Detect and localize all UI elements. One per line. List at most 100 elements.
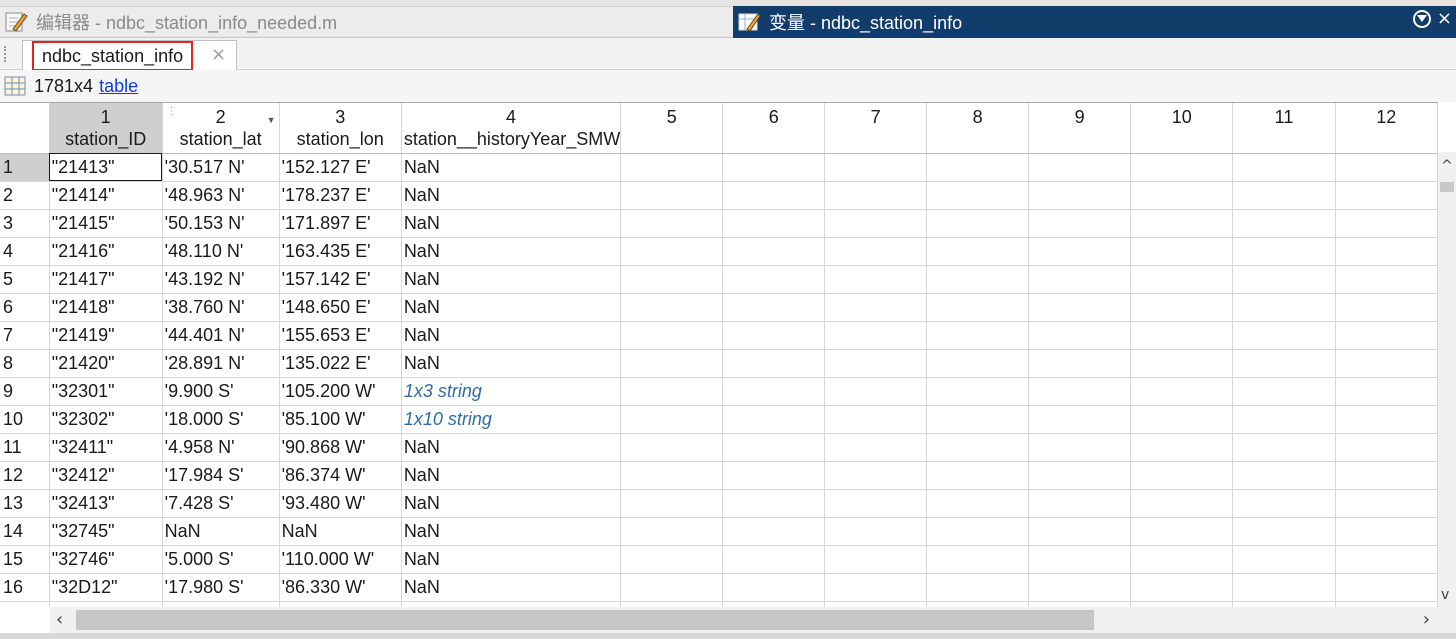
table-cell[interactable]	[824, 433, 928, 462]
row-header[interactable]: 5	[0, 265, 50, 294]
row-header[interactable]: 4	[0, 237, 50, 266]
table-cell[interactable]	[1028, 489, 1132, 518]
table-cell[interactable]	[1028, 265, 1132, 294]
table-cell[interactable]: '152.127 E'	[279, 153, 402, 182]
table-cell[interactable]	[1335, 573, 1438, 602]
table-cell[interactable]: '17.984 S'	[162, 461, 280, 490]
table-cell[interactable]	[926, 349, 1030, 378]
table-cell[interactable]: '48.963 N'	[162, 181, 280, 210]
sort-arrow-icon[interactable]: ▼	[267, 115, 276, 125]
table-cell[interactable]: "32412"	[49, 461, 163, 490]
table-cell[interactable]: '43.192 N'	[162, 265, 280, 294]
column-header-6[interactable]: 6	[722, 103, 826, 154]
table-cell[interactable]: '28.891 N'	[162, 349, 280, 378]
table-cell[interactable]	[1232, 545, 1336, 574]
column-header-11[interactable]: 11	[1232, 103, 1336, 154]
table-cell[interactable]	[1335, 377, 1438, 406]
table-cell[interactable]	[722, 209, 826, 238]
table-cell[interactable]	[1335, 293, 1438, 322]
table-cell[interactable]	[1232, 461, 1336, 490]
vertical-scroll-thumb[interactable]	[1440, 182, 1454, 192]
table-cell[interactable]	[722, 517, 826, 546]
table-cell[interactable]: 1x10 string	[401, 405, 622, 434]
table-cell[interactable]	[1130, 433, 1234, 462]
table-cell[interactable]	[926, 517, 1030, 546]
table-cell[interactable]	[1232, 153, 1336, 182]
table-cell[interactable]	[620, 377, 724, 406]
scroll-up-icon[interactable]: ^	[1441, 158, 1453, 174]
table-cell[interactable]: NaN	[401, 517, 622, 546]
table-cell[interactable]	[722, 237, 826, 266]
table-cell[interactable]	[722, 265, 826, 294]
table-cell[interactable]: NaN	[401, 181, 622, 210]
table-cell[interactable]	[1130, 181, 1234, 210]
column-header-8[interactable]: 8	[926, 103, 1030, 154]
table-cell[interactable]	[722, 461, 826, 490]
table-cell[interactable]: "32745"	[49, 517, 163, 546]
table-cell[interactable]	[824, 237, 928, 266]
table-cell[interactable]	[620, 293, 724, 322]
row-header[interactable]: 17	[0, 601, 50, 607]
table-cell[interactable]	[926, 153, 1030, 182]
table-cell[interactable]	[620, 517, 724, 546]
grid-corner-cell[interactable]	[0, 103, 50, 154]
table-cell[interactable]: NaN	[279, 517, 402, 546]
table-cell[interactable]	[722, 321, 826, 350]
table-cell[interactable]: '90.868 W'	[279, 433, 402, 462]
row-header[interactable]: 15	[0, 545, 50, 574]
table-cell[interactable]	[926, 461, 1030, 490]
table-cell[interactable]	[1232, 265, 1336, 294]
row-header[interactable]: 16	[0, 573, 50, 602]
table-cell[interactable]: NaN	[401, 209, 622, 238]
column-header-12[interactable]: 12	[1335, 103, 1438, 154]
table-cell[interactable]	[1028, 405, 1132, 434]
table-cell[interactable]: NaN	[401, 237, 622, 266]
table-cell[interactable]	[1335, 209, 1438, 238]
table-cell[interactable]	[1028, 349, 1132, 378]
table-cell[interactable]	[1130, 405, 1234, 434]
table-cell[interactable]	[1335, 321, 1438, 350]
table-cell[interactable]	[620, 209, 724, 238]
table-cell[interactable]	[1130, 349, 1234, 378]
table-cell[interactable]: "21417"	[49, 265, 163, 294]
table-cell[interactable]	[824, 321, 928, 350]
table-cell[interactable]	[620, 433, 724, 462]
table-cell[interactable]: "21414"	[49, 181, 163, 210]
table-cell[interactable]	[722, 489, 826, 518]
table-cell[interactable]: NaN	[162, 517, 280, 546]
column-header-2[interactable]: ⋮ 2 station_lat ▼	[162, 103, 280, 154]
table-cell[interactable]	[722, 377, 826, 406]
table-cell[interactable]	[926, 489, 1030, 518]
scroll-down-icon[interactable]: v	[1441, 587, 1449, 603]
table-cell[interactable]	[1130, 265, 1234, 294]
table-cell[interactable]	[1232, 181, 1336, 210]
table-cell[interactable]	[1232, 573, 1336, 602]
table-cell[interactable]	[620, 405, 724, 434]
table-cell[interactable]	[1028, 321, 1132, 350]
table-cell[interactable]: '86.330 W'	[279, 573, 402, 602]
table-cell[interactable]: "32301"	[49, 377, 163, 406]
column-header-4[interactable]: 4 station__historyYear_SMW	[401, 103, 622, 154]
table-cell[interactable]	[722, 153, 826, 182]
row-header[interactable]: 10	[0, 405, 50, 434]
table-cell[interactable]	[926, 545, 1030, 574]
table-cell[interactable]	[1028, 433, 1132, 462]
table-cell[interactable]	[1232, 405, 1336, 434]
table-cell[interactable]	[824, 573, 928, 602]
table-cell[interactable]: '48.110 N'	[162, 237, 280, 266]
table-cell[interactable]: '148.650 E'	[279, 293, 402, 322]
table-cell[interactable]: NaN	[401, 433, 622, 462]
table-cell[interactable]	[1028, 209, 1132, 238]
table-cell[interactable]	[1028, 545, 1132, 574]
column-header-9[interactable]: 9	[1028, 103, 1132, 154]
table-cell[interactable]	[1028, 377, 1132, 406]
table-cell[interactable]: NaN	[401, 293, 622, 322]
table-cell[interactable]: "21416"	[49, 237, 163, 266]
table-cell[interactable]	[824, 489, 928, 518]
table-cell[interactable]: NaN	[401, 349, 622, 378]
table-cell[interactable]	[1335, 153, 1438, 182]
table-cell[interactable]: "32302"	[49, 405, 163, 434]
table-cell[interactable]	[926, 237, 1030, 266]
table-cell[interactable]	[1028, 293, 1132, 322]
table-cell[interactable]	[824, 377, 928, 406]
